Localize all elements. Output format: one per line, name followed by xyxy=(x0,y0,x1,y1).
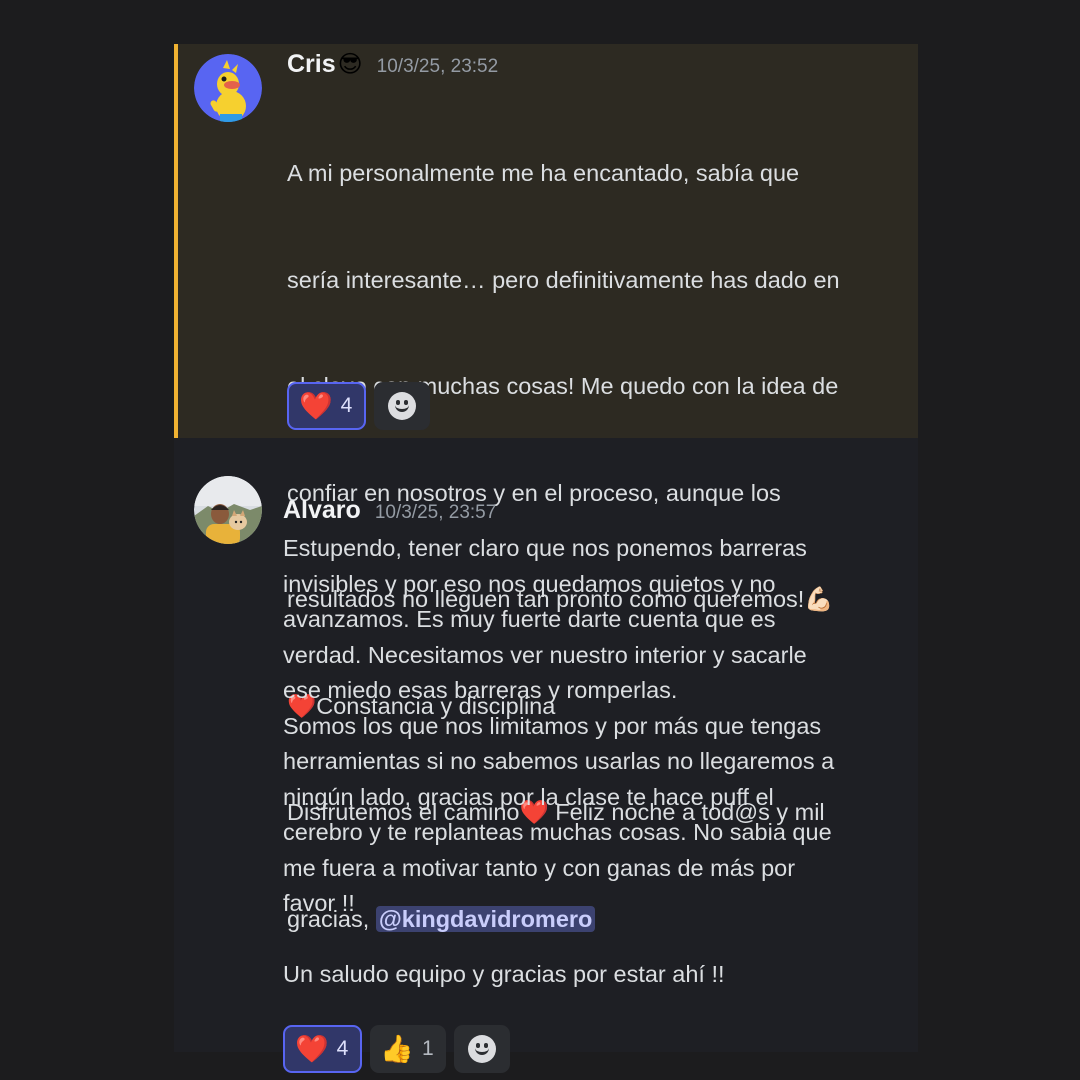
add-reaction-button[interactable] xyxy=(453,1025,510,1073)
reaction-heart[interactable]: ❤️ 4 xyxy=(287,382,367,430)
add-reaction-button[interactable] xyxy=(374,382,431,430)
avatar-cris[interactable] xyxy=(194,54,262,122)
reaction-count: 4 xyxy=(340,394,353,417)
reaction-count: 1 xyxy=(421,1037,434,1060)
message-alvaro: Alvaro 10/3/25, 23:57 Estupendo, tener c… xyxy=(174,468,918,1073)
username[interactable]: Alvaro xyxy=(283,496,361,525)
heart-emoji: ❤️ xyxy=(299,391,333,421)
reaction-bar: ❤️ 4 👍 1 xyxy=(283,1025,510,1073)
username[interactable]: Cris xyxy=(287,50,336,79)
reaction-count: 4 xyxy=(336,1037,349,1060)
thumbs-up-emoji: 👍 xyxy=(380,1034,414,1064)
message-header: Alvaro 10/3/25, 23:57 xyxy=(283,496,496,525)
smile-icon xyxy=(467,1035,496,1063)
message-line: A mi personalmente me ha encantado, sabí… xyxy=(287,160,800,186)
timestamp: 10/3/25, 23:52 xyxy=(376,56,499,77)
message-cris: Cris 😎 10/3/25, 23:52 A mi personalmente… xyxy=(174,44,918,932)
reaction-bar: ❤️ 4 xyxy=(287,382,431,430)
reaction-thumbs-up[interactable]: 👍 1 xyxy=(370,1025,446,1073)
reaction-heart[interactable]: ❤️ 4 xyxy=(283,1025,363,1073)
message-list: Cris 😎 10/3/25, 23:52 A mi personalmente… xyxy=(174,44,918,1073)
sunglasses-emoji: 😎 xyxy=(337,51,363,78)
heart-emoji: ❤️ xyxy=(295,1034,329,1064)
timestamp: 10/3/25, 23:57 xyxy=(374,502,497,523)
message-header: Cris 😎 10/3/25, 23:52 xyxy=(287,50,498,79)
message-content: Estupendo, tener claro que nos ponemos b… xyxy=(283,535,835,987)
avatar-alvaro[interactable] xyxy=(194,476,262,544)
message-line: sería interesante… pero definitivamente … xyxy=(287,266,840,293)
smile-icon xyxy=(388,392,417,420)
